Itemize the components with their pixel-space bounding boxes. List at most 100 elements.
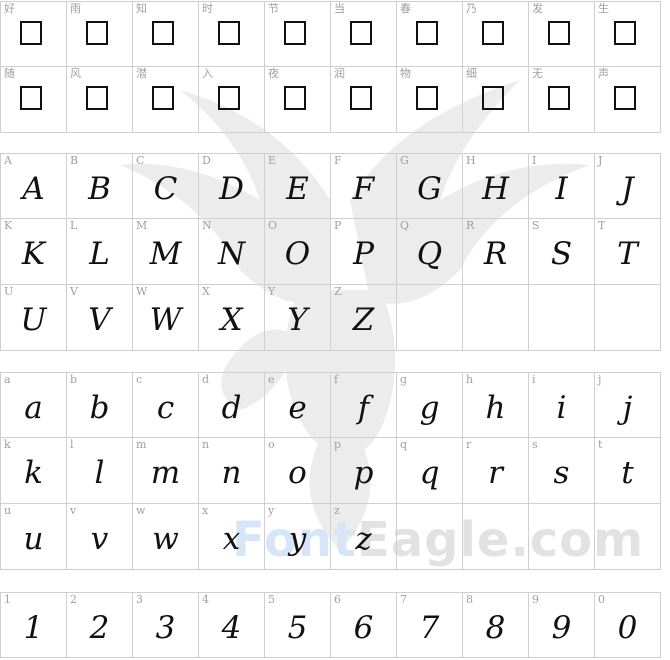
empty-cell xyxy=(529,504,595,570)
cjk-preview-grid: 好 雨 知 时 节 当 春 乃 发 生 随 风 潜 入 夜 润 物 细 无 声 xyxy=(0,1,670,133)
glyph-sample: I xyxy=(555,171,568,207)
glyph-cell: YY xyxy=(265,285,331,351)
glyph-sample: d xyxy=(221,390,242,426)
glyph-cell: zz xyxy=(331,504,397,570)
digits-row: 11 22 33 44 55 66 77 88 99 00 xyxy=(0,592,670,658)
missing-glyph-box xyxy=(548,21,570,45)
glyph-sample: 8 xyxy=(485,610,506,646)
glyph-sample: E xyxy=(286,171,309,207)
glyph-cell: SS xyxy=(529,219,595,285)
cjk-cell: 知 xyxy=(133,1,199,67)
cjk-key: 生 xyxy=(598,2,609,15)
lowercase-row: uu vv ww xx yy zz xyxy=(0,504,670,570)
glyph-cell: NN xyxy=(199,219,265,285)
glyph-sample: Z xyxy=(352,302,375,338)
glyph-cell: 77 xyxy=(397,592,463,658)
missing-glyph-box xyxy=(218,86,240,110)
glyph-sample: J xyxy=(621,171,634,207)
empty-cell xyxy=(595,285,661,351)
missing-glyph-box xyxy=(218,21,240,45)
glyph-sample: 5 xyxy=(287,610,308,646)
glyph-sample: c xyxy=(156,390,175,426)
glyph-sample: T xyxy=(617,236,638,272)
digits-preview-grid: 11 22 33 44 55 66 77 88 99 00 xyxy=(0,592,670,658)
missing-glyph-box xyxy=(86,21,108,45)
cjk-cell: 无 xyxy=(529,67,595,133)
glyph-sample: s xyxy=(553,455,570,491)
glyph-sample: x xyxy=(222,521,241,557)
glyph-cell: BB xyxy=(67,153,133,219)
glyph-sample: V xyxy=(88,302,111,338)
cjk-cell: 生 xyxy=(595,1,661,67)
glyph-cell: UU xyxy=(0,285,67,351)
glyph-cell: OO xyxy=(265,219,331,285)
cjk-cell: 乃 xyxy=(463,1,529,67)
glyph-sample: 4 xyxy=(221,610,242,646)
cjk-key: 物 xyxy=(400,67,411,80)
missing-glyph-box xyxy=(20,21,42,45)
glyph-cell: cc xyxy=(133,372,199,438)
cjk-cell: 春 xyxy=(397,1,463,67)
missing-glyph-box xyxy=(416,86,438,110)
glyph-cell: KK xyxy=(0,219,67,285)
cjk-cell: 潜 xyxy=(133,67,199,133)
glyph-cell: aa xyxy=(0,372,67,438)
cjk-key: 发 xyxy=(532,2,543,15)
glyph-sample: 9 xyxy=(551,610,572,646)
glyph-cell: XX xyxy=(199,285,265,351)
glyph-cell: 66 xyxy=(331,592,397,658)
glyph-cell: bb xyxy=(67,372,133,438)
glyph-sample: M xyxy=(149,236,182,272)
cjk-key: 当 xyxy=(334,2,345,15)
cjk-cell: 细 xyxy=(463,67,529,133)
cjk-cell: 好 xyxy=(0,1,67,67)
glyph-cell: 88 xyxy=(463,592,529,658)
glyph-cell: nn xyxy=(199,438,265,504)
glyph-sample: H xyxy=(481,171,510,207)
empty-cell xyxy=(397,285,463,351)
empty-cell xyxy=(397,504,463,570)
glyph-cell: PP xyxy=(331,219,397,285)
glyph-cell: CC xyxy=(133,153,199,219)
glyph-cell: kk xyxy=(0,438,67,504)
glyph-cell: jj xyxy=(595,372,661,438)
cjk-key: 雨 xyxy=(70,2,81,15)
glyph-sample: h xyxy=(485,390,506,426)
glyph-cell: xx xyxy=(199,504,265,570)
glyph-cell: ii xyxy=(529,372,595,438)
glyph-sample: t xyxy=(621,455,634,491)
glyph-cell: MM xyxy=(133,219,199,285)
cjk-cell: 随 xyxy=(0,67,67,133)
lowercase-preview-grid: aa bb cc dd ee ff gg hh ii jj kk ll mm n… xyxy=(0,372,670,570)
glyph-cell: dd xyxy=(199,372,265,438)
glyph-sample: n xyxy=(221,455,242,491)
glyph-cell: ff xyxy=(331,372,397,438)
lowercase-row: kk ll mm nn oo pp qq rr ss tt xyxy=(0,438,670,504)
cjk-row: 随 风 潜 入 夜 润 物 细 无 声 xyxy=(0,67,670,133)
cjk-key: 无 xyxy=(532,67,543,80)
glyph-cell: 00 xyxy=(595,592,661,658)
uppercase-row: UU VV WW XX YY ZZ xyxy=(0,285,670,351)
empty-cell xyxy=(463,285,529,351)
cjk-key: 知 xyxy=(136,2,147,15)
glyph-cell: JJ xyxy=(595,153,661,219)
glyph-sample: O xyxy=(284,236,311,272)
glyph-sample: m xyxy=(150,455,181,491)
glyph-cell: 55 xyxy=(265,592,331,658)
cjk-cell: 声 xyxy=(595,67,661,133)
missing-glyph-box xyxy=(284,86,306,110)
lowercase-row: aa bb cc dd ee ff gg hh ii jj xyxy=(0,372,670,438)
glyph-sample: N xyxy=(217,236,246,272)
cjk-key: 夜 xyxy=(268,67,279,80)
glyph-sample: A xyxy=(22,171,45,207)
missing-glyph-box xyxy=(482,86,504,110)
glyph-cell: ww xyxy=(133,504,199,570)
glyph-cell: EE xyxy=(265,153,331,219)
glyph-sample: a xyxy=(24,390,43,426)
glyph-sample: P xyxy=(353,236,374,272)
glyph-cell: ee xyxy=(265,372,331,438)
glyph-sample: 7 xyxy=(419,610,440,646)
uppercase-preview-grid: AA BB CC DD EE FF GG HH II JJ KK LL MM N… xyxy=(0,153,670,351)
glyph-sample: u xyxy=(23,521,44,557)
glyph-sample: y xyxy=(288,521,307,557)
